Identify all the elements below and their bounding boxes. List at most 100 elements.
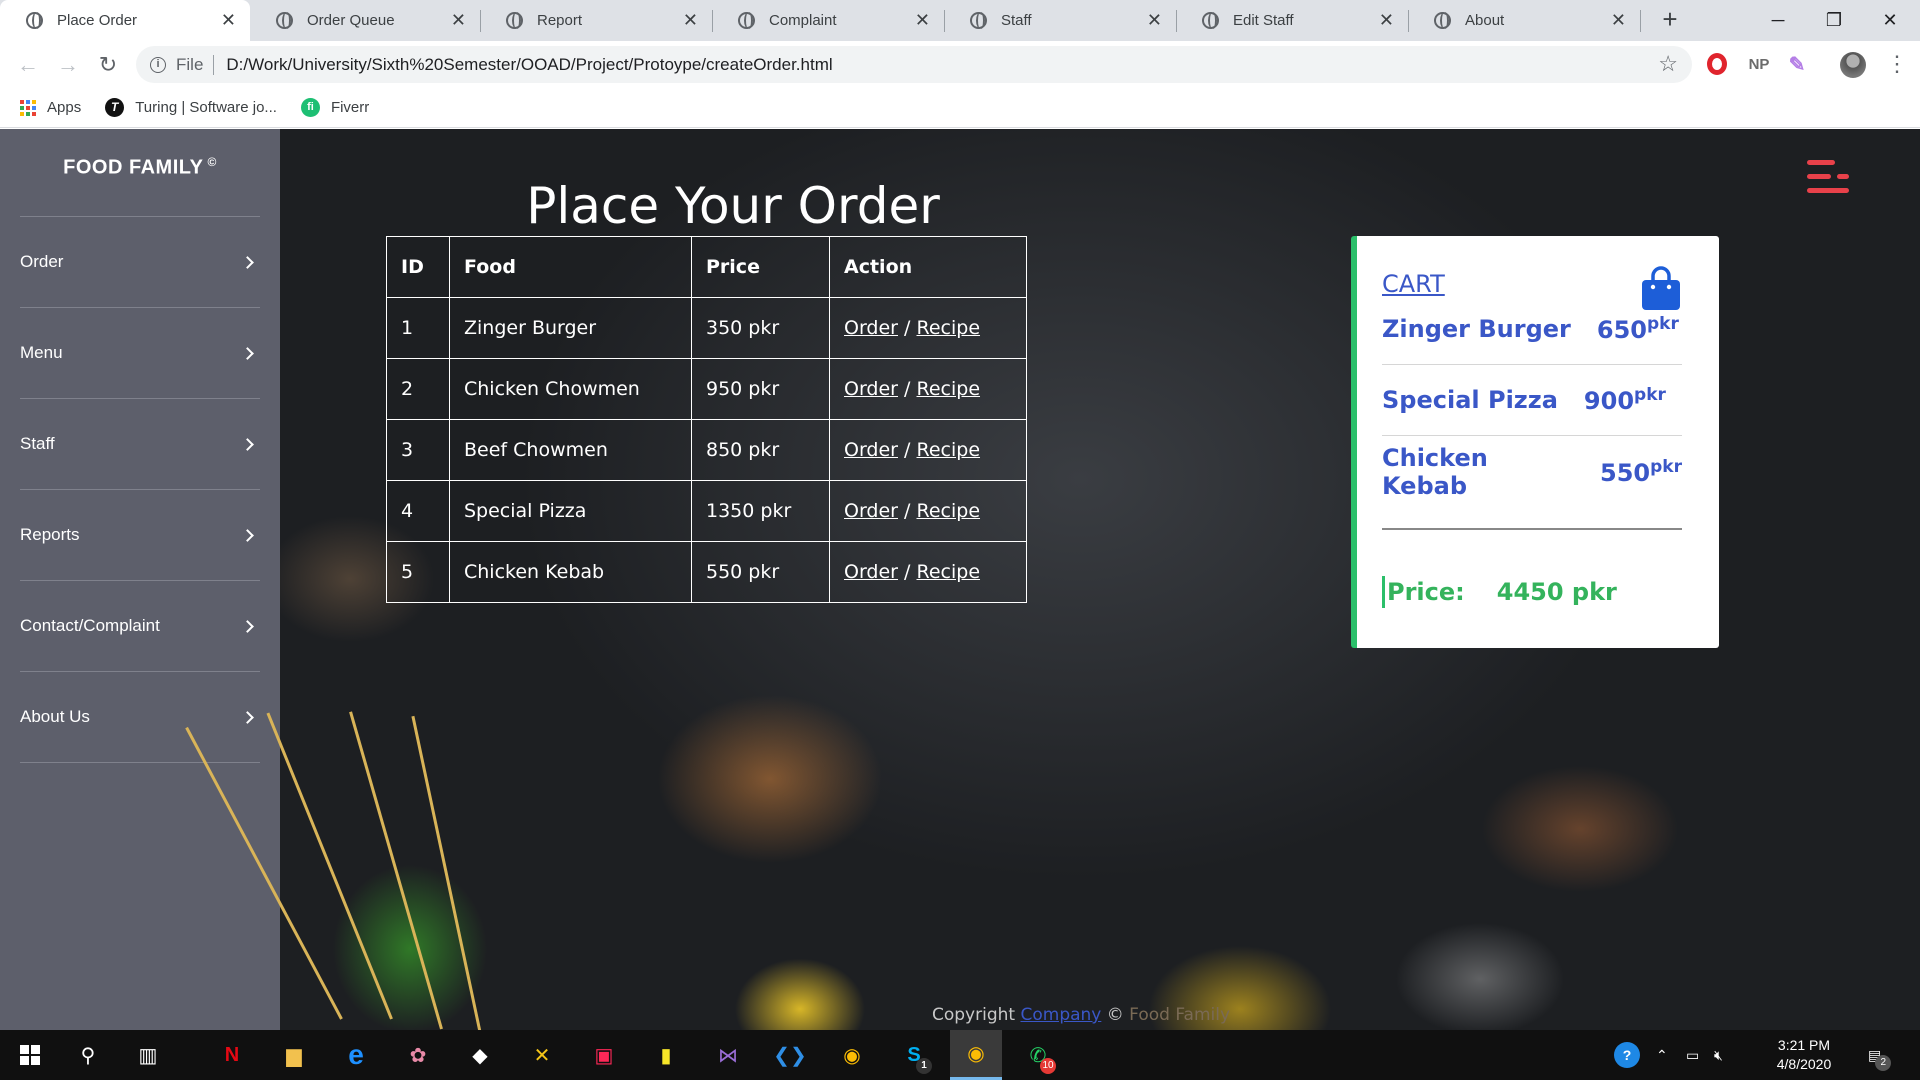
cell-action: Order / Recipe bbox=[829, 480, 1027, 542]
browser-tabstrip: Place Order ✕ Order Queue ✕ Report ✕ Com… bbox=[0, 0, 1920, 41]
close-icon[interactable]: ✕ bbox=[221, 10, 236, 31]
sidebar-item-order[interactable]: Order bbox=[20, 217, 260, 308]
cart-item: Special Pizza 900pkr bbox=[1382, 365, 1682, 436]
close-icon[interactable]: ✕ bbox=[451, 10, 466, 31]
page-footer: Copyright Company © Food Family bbox=[932, 1005, 1230, 1025]
start-button[interactable] bbox=[4, 1030, 56, 1080]
url-text[interactable]: D:/Work/University/Sixth%20Semester/OOAD… bbox=[226, 55, 832, 75]
sidebar-item-reports[interactable]: Reports bbox=[20, 490, 260, 581]
tab-complaint[interactable]: Complaint ✕ bbox=[712, 0, 944, 41]
bookmark-star-icon[interactable]: ☆ bbox=[1658, 51, 1678, 77]
close-icon[interactable]: ✕ bbox=[1611, 10, 1626, 31]
cell-food: Beef Chowmen bbox=[449, 419, 692, 481]
recipe-link[interactable]: Recipe bbox=[917, 317, 981, 339]
windows-taskbar: ⚲ ▥ N ▆ e ✿ ◆ ✕ ▣ ▮ ⋈ ❮❯ ◉ S1 ◉ ✆ 10 ? ⌃ … bbox=[0, 1030, 1920, 1080]
tab-divider bbox=[1640, 10, 1641, 32]
help-icon[interactable]: ? bbox=[1614, 1030, 1640, 1080]
link-separator: / bbox=[904, 378, 911, 400]
sticky-notes-icon[interactable]: ▮ bbox=[640, 1030, 692, 1080]
system-clock[interactable]: 3:21 PM 4/8/2020 bbox=[1754, 1036, 1854, 1074]
skype-badge: 1 bbox=[916, 1058, 932, 1074]
skype-icon[interactable]: S1 bbox=[888, 1030, 940, 1080]
chrome-active-icon[interactable]: ◉ bbox=[950, 1030, 1002, 1080]
cell-id: 5 bbox=[386, 541, 450, 603]
order-link[interactable]: Order bbox=[844, 439, 898, 461]
cart-total-label: Price: bbox=[1387, 578, 1465, 606]
close-icon[interactable]: ✕ bbox=[683, 10, 698, 31]
tab-staff[interactable]: Staff ✕ bbox=[944, 0, 1176, 41]
file-explorer-icon[interactable]: ▆ bbox=[268, 1030, 320, 1080]
table-row: 2 Chicken Chowmen 950 pkr Order / Recipe bbox=[386, 358, 1027, 420]
back-button[interactable]: ← bbox=[12, 49, 44, 81]
tab-order-queue[interactable]: Order Queue ✕ bbox=[250, 0, 480, 41]
recipe-link[interactable]: Recipe bbox=[917, 500, 981, 522]
profile-avatar[interactable] bbox=[1840, 52, 1866, 78]
sidebar-item-contact-complaint[interactable]: Contact/Complaint bbox=[20, 581, 260, 672]
battery-icon[interactable]: ▭ bbox=[1686, 1030, 1699, 1080]
chevron-right-icon bbox=[241, 346, 254, 360]
more-menu-icon[interactable]: ⋮ bbox=[1886, 51, 1908, 77]
footer-company-link[interactable]: Company bbox=[1020, 1005, 1101, 1025]
volume-muted-icon[interactable]: 🔇︎ bbox=[1714, 1030, 1723, 1080]
opera-extension-icon[interactable] bbox=[1706, 51, 1728, 77]
globe-icon bbox=[1202, 12, 1219, 29]
edge-icon[interactable]: e bbox=[330, 1030, 382, 1080]
order-link[interactable]: Order bbox=[844, 500, 898, 522]
tab-about[interactable]: About ✕ bbox=[1408, 0, 1640, 41]
recipe-link[interactable]: Recipe bbox=[917, 378, 981, 400]
matlab-icon[interactable]: ✕ bbox=[516, 1030, 568, 1080]
hamburger-menu-icon[interactable] bbox=[1807, 160, 1849, 194]
order-link[interactable]: Order bbox=[844, 317, 898, 339]
address-bar[interactable]: i File D:/Work/University/Sixth%20Semest… bbox=[136, 46, 1692, 83]
intellij-icon[interactable]: ▣ bbox=[578, 1030, 630, 1080]
pen-extension-icon[interactable]: ✎ bbox=[1786, 51, 1808, 77]
order-link[interactable]: Order bbox=[844, 378, 898, 400]
order-link[interactable]: Order bbox=[844, 561, 898, 583]
info-icon[interactable]: i bbox=[150, 56, 166, 73]
close-icon[interactable]: ✕ bbox=[1379, 10, 1394, 31]
np-extension-icon[interactable]: NP bbox=[1744, 51, 1774, 77]
show-hidden-icons[interactable]: ⌃ bbox=[1656, 1030, 1668, 1080]
reload-button[interactable]: ↻ bbox=[92, 49, 124, 81]
tab-edit-staff[interactable]: Edit Staff ✕ bbox=[1176, 0, 1408, 41]
close-window-button[interactable]: ✕ bbox=[1862, 0, 1918, 41]
unity-icon[interactable]: ◆ bbox=[454, 1030, 506, 1080]
close-icon[interactable]: ✕ bbox=[915, 10, 930, 31]
new-tab-button[interactable]: + bbox=[1656, 6, 1684, 34]
recipe-link[interactable]: Recipe bbox=[917, 439, 981, 461]
link-separator: / bbox=[904, 439, 911, 461]
bookmark-apps[interactable]: Apps bbox=[20, 99, 81, 116]
bookmark-turing[interactable]: T Turing | Software jo... bbox=[105, 98, 277, 117]
search-icon[interactable]: ⚲ bbox=[62, 1030, 114, 1080]
tab-report[interactable]: Report ✕ bbox=[480, 0, 712, 41]
cart-item: Zinger Burger 650pkr bbox=[1382, 294, 1682, 365]
restore-button[interactable]: ❐ bbox=[1806, 0, 1862, 41]
chrome-icon[interactable]: ◉ bbox=[826, 1030, 878, 1080]
sidebar: FOOD FAMILY © Order Menu Staff Reports Co… bbox=[0, 129, 280, 1030]
globe-icon bbox=[1434, 12, 1451, 29]
chevron-right-icon bbox=[241, 619, 254, 633]
netflix-icon[interactable]: N bbox=[206, 1030, 258, 1080]
vscode-icon[interactable]: ❮❯ bbox=[764, 1030, 816, 1080]
paint-3d-icon[interactable]: ✿ bbox=[392, 1030, 444, 1080]
sidebar-item-about-us[interactable]: About Us bbox=[20, 672, 260, 763]
brand-title[interactable]: FOOD FAMILY © bbox=[0, 155, 280, 180]
sidebar-item-menu[interactable]: Menu bbox=[20, 308, 260, 399]
globe-icon bbox=[970, 12, 987, 29]
task-view-icon[interactable]: ▥ bbox=[122, 1030, 174, 1080]
sidebar-item-label: Menu bbox=[20, 343, 63, 362]
cell-food: Chicken Kebab bbox=[449, 541, 692, 603]
recipe-link[interactable]: Recipe bbox=[917, 561, 981, 583]
tab-place-order[interactable]: Place Order ✕ bbox=[0, 0, 250, 41]
sidebar-item-staff[interactable]: Staff bbox=[20, 399, 260, 490]
whatsapp-icon[interactable]: ✆ 10 bbox=[1012, 1030, 1064, 1080]
bookmark-fiverr[interactable]: fi Fiverr bbox=[300, 98, 369, 117]
minimize-button[interactable]: ─ bbox=[1750, 0, 1806, 41]
visual-studio-icon[interactable]: ⋈ bbox=[702, 1030, 754, 1080]
notifications-icon[interactable]: ▤ 2 bbox=[1868, 1030, 1897, 1080]
cell-food: Chicken Chowmen bbox=[449, 358, 692, 420]
cell-action: Order / Recipe bbox=[829, 419, 1027, 481]
forward-button[interactable]: → bbox=[52, 49, 84, 81]
cart-item-amount: 550pkr bbox=[1600, 456, 1682, 487]
close-icon[interactable]: ✕ bbox=[1147, 10, 1162, 31]
